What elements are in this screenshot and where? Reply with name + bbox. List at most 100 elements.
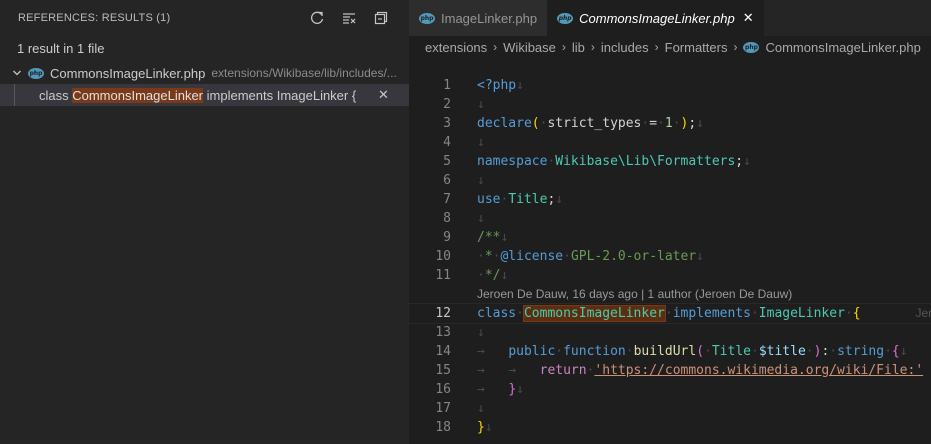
tab-label: ImageLinker.php [441,10,538,26]
code-token: Wikibase\Lib\Formatters [555,154,736,169]
line-number: 2 [443,97,451,112]
code-line: 5 namespace·Wikibase\Lib\Formatters;↓ [409,152,931,171]
collapse-all-icon[interactable] [371,8,391,28]
line-number: 18 [435,420,451,435]
code-token: declare [477,116,532,131]
line-number: 17 [435,401,451,416]
code-line: 2 ↓ [409,95,931,114]
code-line: 12 class·CommonsImageLinker·implements·Im… [408,303,931,324]
php-file-icon: php [419,12,435,24]
result-file-name: CommonsImageLinker.php [50,65,206,81]
code-token: $title [758,344,806,359]
line-number: 13 [435,325,451,340]
result-file-path: extensions/Wikibase/lib/includes/... [211,66,397,80]
line-number: 14 [435,344,451,359]
chevron-right-icon: › [654,40,659,54]
line-number: 7 [443,192,451,207]
line-number: 4 [443,135,451,150]
tab-commonsimagelinker[interactable]: php CommonsImageLinker.php ✕ [547,0,764,36]
match-prefix: class [39,87,73,103]
code-line: 13 ↓ [409,323,931,342]
references-header: REFERENCES: RESULTS (1) [0,0,409,36]
code-token: string [837,344,885,359]
line-number: 15 [435,363,451,378]
chevron-right-icon: › [493,40,498,54]
php-file-icon: php [743,41,760,53]
breadcrumb-item[interactable]: Wikibase [503,40,556,55]
editor-tabs: php ImageLinker.php php CommonsImageLink… [409,0,931,36]
line-number: 16 [435,382,451,397]
code-token: public [508,344,556,359]
code-line: 14 → public·function·buildUrl(·Title·$tit… [409,342,931,361]
chevron-right-icon: › [733,40,738,54]
code-line: 9/**↓ [409,228,931,247]
result-match-text: class CommonsImageLinker implements Imag… [39,87,357,103]
chevron-right-icon: › [590,40,595,54]
match-highlight: CommonsImageLinker [72,87,204,103]
chevron-right-icon: › [561,40,566,54]
code-line: 6 ↓ [409,171,931,190]
results-summary: 1 result in 1 file [17,41,105,56]
code-line: 18}↓ [409,418,931,437]
code-token: return [539,363,587,378]
line-number: 6 [443,173,451,188]
code-token: class [477,306,517,321]
code-token: use [477,192,501,207]
dismiss-result-icon[interactable]: ✕ [378,84,389,106]
git-blame-annotation[interactable]: Jeroen De Dauw, 16 days ago | 1 author (… [409,285,931,304]
breadcrumb-item[interactable]: Formatters [665,40,728,55]
code-token: 1 [664,116,673,131]
line-number: 12 [435,306,451,321]
breadcrumb: extensions › Wikibase › lib › includes › For… [409,36,931,58]
code-token: strict_types [547,116,642,131]
code-token: . [923,363,931,378]
code-token: */ [484,268,501,283]
line-number: 10 [435,249,451,264]
line-number: 9 [443,230,451,245]
code-token: function [563,344,626,359]
code-line: 17 ↓ [409,399,931,418]
result-match-row[interactable]: class CommonsImageLinker implements Imag… [0,84,409,106]
code-token: <?php [477,78,517,93]
code-token: implements [672,306,751,321]
code-line: 11 ·*/↓ [409,266,931,285]
code-line: 3 declare(·strict_types·=·1·);↓ [409,114,931,133]
code-line: 7 use·Title;↓ [409,190,931,209]
clear-all-icon[interactable] [339,8,359,28]
breadcrumb-item[interactable]: lib [572,40,585,55]
chevron-down-icon[interactable] [6,68,28,78]
code-token: buildUrl [633,344,697,359]
tab-imagelinker[interactable]: php ImageLinker.php [409,0,548,36]
code-token: namespace [477,154,548,169]
references-panel: REFERENCES: RESULTS (1) 1 result in 1 fi… [0,0,409,444]
references-title: REFERENCES: RESULTS (1) [18,12,171,24]
code-token: Title [508,192,548,207]
refresh-icon[interactable] [307,8,327,28]
editor: php ImageLinker.php php CommonsImageLink… [408,0,931,444]
line-number: 3 [443,116,451,131]
match-suffix: implements ImageLinker { [203,87,357,103]
breadcrumb-item[interactable]: extensions [425,40,487,55]
close-tab-icon[interactable]: ✕ [743,10,754,26]
tab-label: CommonsImageLinker.php [579,10,735,26]
line-number: 5 [443,154,451,169]
breadcrumb-item[interactable]: includes [601,40,649,55]
php-file-icon: php [557,12,574,24]
code-line: 10 ·*·@license·GPL-2.0-or-later↓ [409,247,931,266]
code-line: 16 → }↓ [409,380,931,399]
php-file-icon: php [28,67,44,79]
breadcrumb-item[interactable]: CommonsImageLinker.php [765,40,920,55]
code-area[interactable]: 1 <?php↓ 2 ↓ 3 declare(·strict_types·=·1·);… [408,76,931,437]
result-file-row[interactable]: php CommonsImageLinker.php extensions/Wi… [0,62,409,84]
code-token: ImageLinker [758,306,845,321]
code-token: /** [477,230,501,245]
inline-blame: Jero [915,306,931,320]
code-token[interactable]: 'https://commons.wikimedia.org/wiki/File… [594,363,923,378]
line-number: 8 [443,211,451,226]
line-number: 11 [435,268,451,283]
line-number: 1 [443,78,451,93]
indent-guide [14,84,15,106]
code-line: 1 <?php↓ [409,76,931,95]
code-line: 4 ↓ [409,133,931,152]
code-token: @license [500,249,564,264]
